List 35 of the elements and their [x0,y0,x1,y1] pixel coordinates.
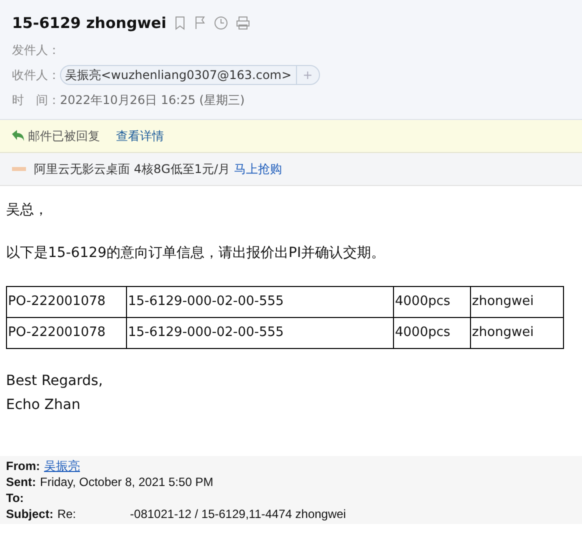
field-value: 2022年10月26日 16:25 (星期三) [60,92,245,108]
sender-link[interactable]: 吴振亮 [44,458,80,474]
quote-label: Subject: [6,506,54,522]
table-cell: 15-6129-000-02-00-555 [126,286,394,317]
clock-icon[interactable] [214,16,228,30]
closing-line: Best Regards, [6,372,104,390]
buy-link[interactable]: 马上抢购 [234,160,282,178]
intro-text: 以下是15-6129的意向订单信息，请出报价出PI并确认交期。 [6,244,386,262]
closing-line: Echo Zhan [6,396,82,414]
table-cell: PO-222001078 [6,317,126,348]
quote-label: From: [6,458,40,474]
details-link[interactable]: 查看详情 [116,126,164,144]
table-cell: zhongwei [470,286,564,317]
recipient-chip[interactable]: 吴振亮<wuzhenliang0307@163.com> [61,66,296,84]
greeting: 吴总， [6,200,49,220]
table-cell: zhongwei [470,317,564,348]
table-cell: 15-6129-000-02-00-555 [126,317,394,348]
quote-label: To: [6,490,24,506]
quote-label: Sent: [6,474,36,490]
field-label: 发件人： [12,42,60,58]
quote-value: Re: [57,506,76,522]
field-label: 收件人： [12,66,60,84]
flag-icon[interactable] [194,16,206,30]
printer-icon[interactable] [236,16,250,30]
quote-value: -081021-12 / 15-6129,11-4474 zhongwei [130,506,346,522]
table-cell: PO-222001078 [6,286,126,317]
reply-arrow-icon [12,130,24,141]
ad-text: 阿里云无影云桌面 4核8G低至1元/月 [34,160,230,178]
field-label: 时 间： [12,92,60,108]
reply-notice: 邮件已被回复 [28,128,100,144]
email-subject: 15-6129 zhongwei [12,13,166,34]
table-cell: 4000pcs [394,317,470,348]
table-cell: 4000pcs [394,286,470,317]
bookmark-icon[interactable] [174,16,186,30]
quote-value: Friday, October 8, 2021 5:50 PM [40,474,214,490]
